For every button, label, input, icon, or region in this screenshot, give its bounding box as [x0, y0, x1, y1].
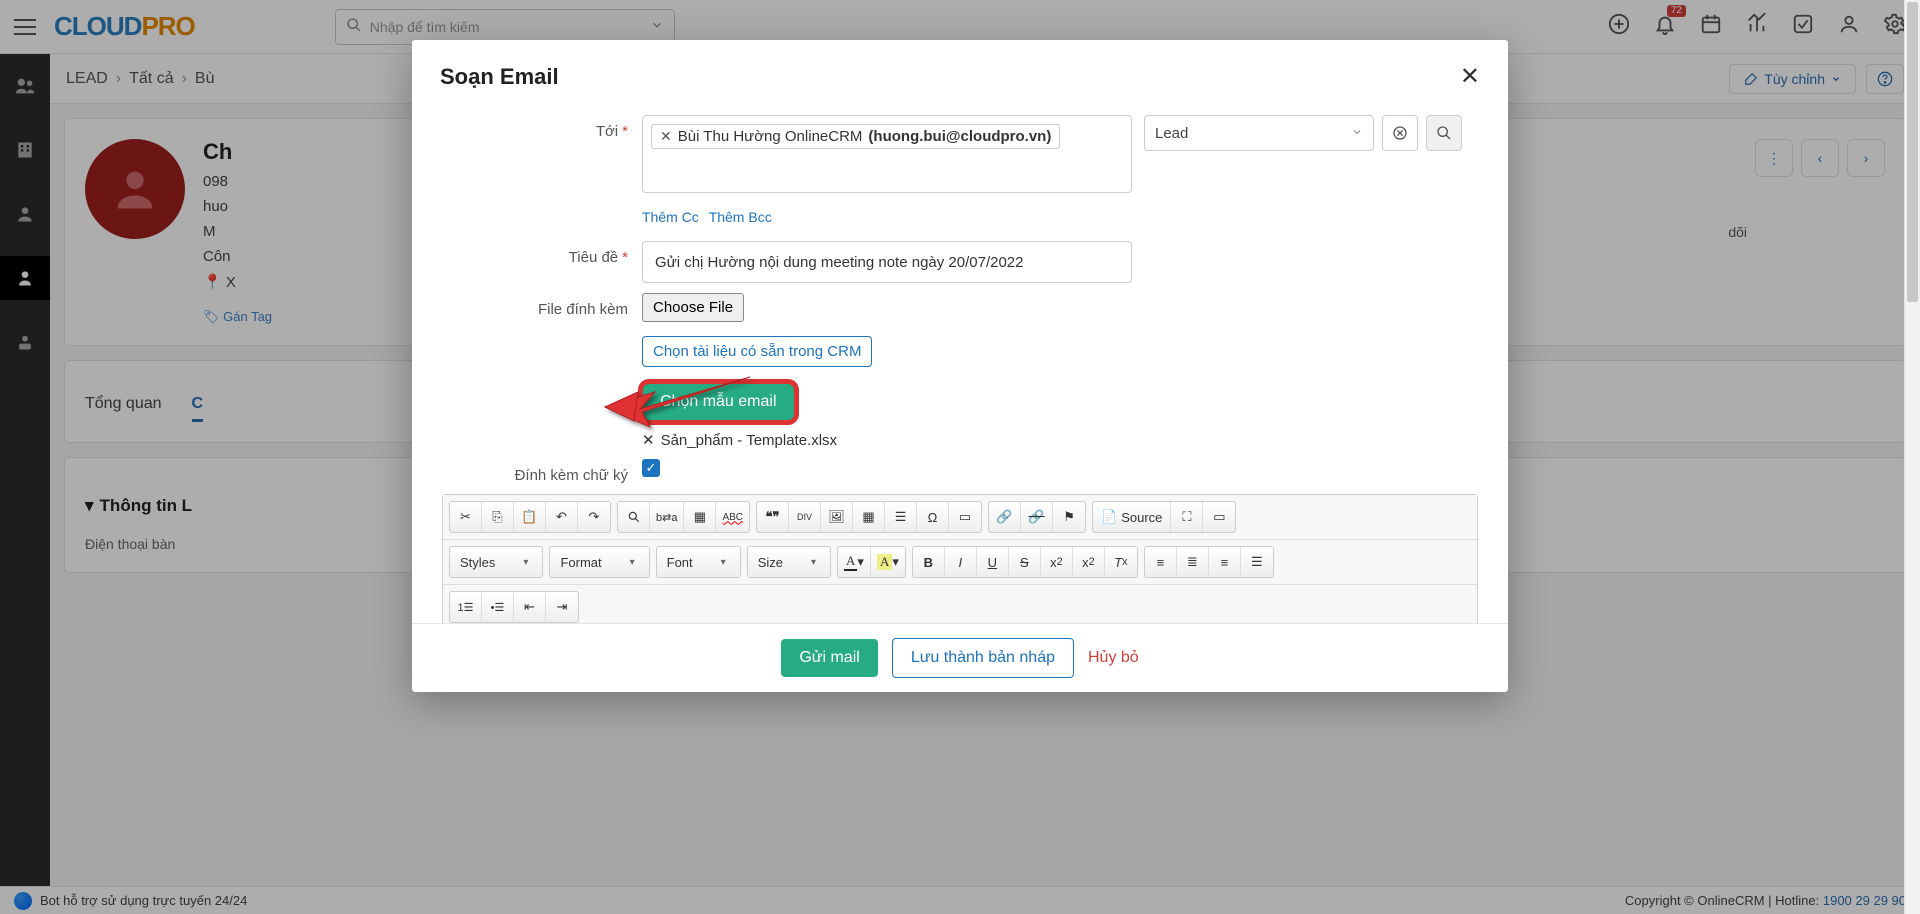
font-select[interactable]: Font▾	[657, 547, 740, 577]
redo-icon[interactable]: ↷	[578, 502, 610, 532]
editor-toolbar-3: 1☰ •☰ ⇤ ⇥	[443, 585, 1477, 623]
remove-recipient-icon[interactable]: ✕	[660, 128, 672, 145]
ordered-list-icon[interactable]: 1☰	[450, 592, 482, 622]
bullet-list-icon[interactable]: •☰	[482, 592, 514, 622]
save-draft-button[interactable]: Lưu thành bản nháp	[892, 638, 1074, 678]
recipient-chip: ✕ Bùi Thu Hường OnlineCRM (huong.bui@clo…	[651, 124, 1060, 149]
editor-toolbar: ✂ ⎘ 📋 ↶ ↷ b⇄a ▦ ABC	[443, 495, 1477, 540]
editor-toolbar-2: Styles▾ Format▾ Font▾ Size▾ A ▾ A ▾ B I …	[443, 540, 1477, 585]
size-select[interactable]: Size▾	[748, 547, 830, 577]
send-mail-button[interactable]: Gửi mail	[781, 639, 878, 677]
choose-email-template-button[interactable]: Chọn mẫu email	[642, 383, 795, 421]
bgcolor-icon[interactable]: A ▾	[871, 547, 905, 577]
module-select[interactable]: Lead	[1144, 115, 1374, 151]
align-justify-icon[interactable]: ☰	[1241, 547, 1273, 577]
cut-icon[interactable]: ✂	[450, 502, 482, 532]
attached-file-name: Sản_phẩm - Template.xlsx	[661, 432, 837, 449]
table-icon[interactable]: ▦	[853, 502, 885, 532]
signature-label: Đính kèm chữ ký	[442, 459, 642, 484]
unlink-icon[interactable]: 🔗	[1021, 502, 1053, 532]
align-right-icon[interactable]: ≡	[1209, 547, 1241, 577]
rich-text-editor[interactable]: ✂ ⎘ 📋 ↶ ↷ b⇄a ▦ ABC	[442, 494, 1478, 623]
textcolor-icon[interactable]: A ▾	[838, 547, 871, 577]
subject-label: Tiêu đề*	[442, 241, 642, 266]
modal-title: Soạn Email	[440, 64, 559, 90]
to-label: Tới*	[442, 115, 642, 140]
search-module-button[interactable]	[1426, 115, 1462, 151]
modal-footer: Gửi mail Lưu thành bản nháp Hủy bỏ	[412, 623, 1508, 692]
add-cc-link[interactable]: Thêm Cc	[642, 203, 699, 231]
image-icon[interactable]: 🖼	[821, 502, 853, 532]
choose-file-button[interactable]: Choose File	[642, 293, 744, 322]
align-left-icon[interactable]: ≡	[1145, 547, 1177, 577]
recipients-input[interactable]: ✕ Bùi Thu Hường OnlineCRM (huong.bui@clo…	[642, 115, 1132, 193]
superscript-icon[interactable]: x2	[1073, 547, 1105, 577]
paste-icon[interactable]: 📋	[514, 502, 546, 532]
chevron-down-icon	[1351, 125, 1363, 142]
removeformat-icon[interactable]: Tx	[1105, 547, 1137, 577]
remove-attachment-icon[interactable]: ✕	[642, 431, 655, 449]
replace-icon[interactable]: b⇄a	[650, 502, 684, 532]
add-bcc-link[interactable]: Thêm Bcc	[709, 203, 772, 231]
spellcheck-icon[interactable]: ABC	[716, 502, 749, 532]
iframe-icon[interactable]: ▭	[949, 502, 981, 532]
undo-icon[interactable]: ↶	[546, 502, 578, 532]
compose-email-modal: Soạn Email ✕ Tới* ✕ Bùi Thu Hường Online…	[412, 40, 1508, 692]
underline-icon[interactable]: U	[977, 547, 1009, 577]
copy-icon[interactable]: ⎘	[482, 502, 514, 532]
align-center-icon[interactable]: ≣	[1177, 547, 1209, 577]
bold-icon[interactable]: B	[913, 547, 945, 577]
italic-icon[interactable]: I	[945, 547, 977, 577]
selectall-icon[interactable]: ▦	[684, 502, 716, 532]
source-button[interactable]: 📄Source	[1093, 502, 1171, 532]
outdent-icon[interactable]: ⇤	[514, 592, 546, 622]
close-icon[interactable]: ✕	[1460, 62, 1480, 91]
attachment-label: File đính kèm	[442, 293, 642, 318]
indent-icon[interactable]: ⇥	[546, 592, 578, 622]
find-icon[interactable]	[618, 502, 650, 532]
specialchar-icon[interactable]: Ω	[917, 502, 949, 532]
subscript-icon[interactable]: x2	[1041, 547, 1073, 577]
signature-checkbox[interactable]: ✓	[642, 459, 660, 477]
div-icon[interactable]: DIV	[789, 502, 821, 532]
choose-crm-doc-button[interactable]: Chọn tài liệu có sẵn trong CRM	[642, 336, 872, 367]
cancel-link[interactable]: Hủy bỏ	[1088, 649, 1139, 667]
browser-scrollbar[interactable]	[1904, 0, 1920, 914]
strike-icon[interactable]: S	[1009, 547, 1041, 577]
format-select[interactable]: Format▾	[550, 547, 648, 577]
hr-icon[interactable]: ☰	[885, 502, 917, 532]
link-icon[interactable]: 🔗	[989, 502, 1021, 532]
showblocks-icon[interactable]: ▭	[1203, 502, 1235, 532]
anchor-icon[interactable]: ⚑	[1053, 502, 1085, 532]
clear-module-button[interactable]	[1382, 115, 1418, 151]
attached-file-row: ✕ Sản_phẩm - Template.xlsx	[642, 431, 1478, 449]
subject-input[interactable]	[642, 241, 1132, 283]
blockquote-icon[interactable]: ❝❞	[757, 502, 789, 532]
styles-select[interactable]: Styles▾	[450, 547, 542, 577]
modal-overlay: Soạn Email ✕ Tới* ✕ Bùi Thu Hường Online…	[0, 0, 1920, 914]
fullscreen-icon[interactable]: ⛶	[1171, 502, 1203, 532]
